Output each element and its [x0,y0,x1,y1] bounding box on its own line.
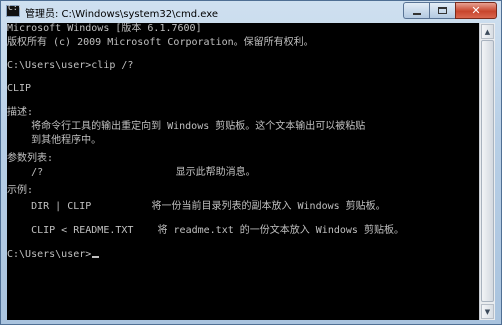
maximize-button[interactable] [429,2,455,19]
console-line: 版权所有 (c) 2009 Microsoft Corporation。保留所有… [7,37,314,48]
cmd-window: C:\ 管理员: C:\Windows\system32\cmd.exe ✕ M… [0,0,502,325]
minimize-icon [412,12,421,15]
minimize-button[interactable] [403,2,429,19]
scroll-up-icon[interactable]: ▲ [481,24,494,39]
window-title: 管理员: C:\Windows\system32\cmd.exe [25,9,219,20]
console-prompt-line[interactable]: C:\Users\user> [7,247,100,263]
console-line: 示例: [7,185,34,196]
console-line: 到其他程序中。 [7,135,102,146]
console-prompt: C:\Users\user> [7,249,92,260]
console-line: CLIP < README.TXT 将 readme.txt 的一份文本放入 W… [7,225,404,236]
console-line: CLIP [7,83,32,94]
console-line: DIR | CLIP 将一份当前目录列表的副本放入 Windows 剪贴板。 [7,201,386,212]
vertical-scrollbar[interactable]: ▲ ▼ [479,23,495,320]
title-bar[interactable]: C:\ 管理员: C:\Windows\system32\cmd.exe ✕ [1,1,501,23]
console-line: /? 显示此帮助消息。 [7,167,256,178]
scrollbar-thumb[interactable] [481,40,494,302]
maximize-icon [438,7,447,14]
cmd-icon[interactable]: C:\ [6,3,22,17]
scroll-down-icon[interactable]: ▼ [481,304,494,319]
window-controls: ✕ [403,2,497,20]
text-cursor [92,256,100,258]
console-line: C:\Users\user>clip /? [7,60,134,71]
close-button[interactable]: ✕ [455,2,497,19]
close-icon: ✕ [471,4,481,17]
console-output[interactable]: Microsoft Windows [版本 6.1.7600] 版权所有 (c)… [7,23,479,320]
